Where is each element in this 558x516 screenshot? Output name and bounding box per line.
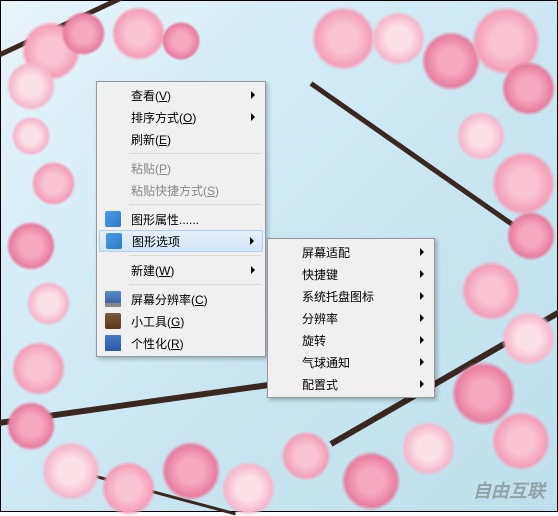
menu-label: 小工具(G)	[131, 313, 184, 330]
desktop-context-menu: 查看(V) 排序方式(O) 刷新(E) 粘贴(P) 粘贴快捷方式(S) 图形属性…	[96, 81, 266, 357]
submenu-arrow-icon	[420, 292, 424, 300]
submenu-item-profiles[interactable]: 配置式	[270, 373, 432, 395]
menu-label: 粘贴(P)	[131, 160, 171, 177]
menu-label: 查看(V)	[131, 87, 171, 104]
submenu-item-hotkeys[interactable]: 快捷键	[270, 263, 432, 285]
menu-separator	[129, 153, 261, 154]
monitor-icon	[105, 291, 121, 307]
menu-label: 图形属性......	[131, 211, 199, 228]
menu-item-new[interactable]: 新建(W)	[99, 259, 263, 281]
menu-label: 快捷键	[302, 266, 338, 283]
submenu-arrow-icon	[420, 336, 424, 344]
menu-item-gadgets[interactable]: 小工具(G)	[99, 310, 263, 332]
submenu-item-rotation[interactable]: 旋转	[270, 329, 432, 351]
personalize-icon	[105, 335, 121, 351]
menu-label: 新建(W)	[131, 262, 174, 279]
menu-item-graphics-options[interactable]: 图形选项	[99, 230, 263, 252]
menu-label: 图形选项	[132, 233, 180, 250]
menu-separator	[129, 284, 261, 285]
menu-label: 屏幕适配	[302, 244, 350, 261]
submenu-arrow-icon	[420, 248, 424, 256]
graphics-options-submenu: 屏幕适配 快捷键 系统托盘图标 分辨率 旋转 气球通知 配置式	[267, 238, 435, 398]
menu-label: 粘贴快捷方式(S)	[131, 182, 219, 199]
menu-label: 个性化(R)	[131, 335, 184, 352]
menu-item-sort[interactable]: 排序方式(O)	[99, 106, 263, 128]
menu-label: 排序方式(O)	[131, 109, 196, 126]
menu-item-paste-shortcut: 粘贴快捷方式(S)	[99, 179, 263, 201]
gadget-icon	[105, 313, 121, 329]
graphics-icon	[105, 211, 121, 227]
menu-label: 气球通知	[302, 354, 350, 371]
menu-item-refresh[interactable]: 刷新(E)	[99, 128, 263, 150]
submenu-arrow-icon	[251, 91, 255, 99]
menu-item-screen-resolution[interactable]: 屏幕分辨率(C)	[99, 288, 263, 310]
menu-label: 系统托盘图标	[302, 288, 374, 305]
menu-label: 刷新(E)	[131, 131, 171, 148]
submenu-item-resolution[interactable]: 分辨率	[270, 307, 432, 329]
graphics-icon	[106, 233, 122, 249]
submenu-item-screen-fit[interactable]: 屏幕适配	[270, 241, 432, 263]
submenu-arrow-icon	[420, 270, 424, 278]
menu-item-view[interactable]: 查看(V)	[99, 84, 263, 106]
menu-separator	[129, 204, 261, 205]
submenu-arrow-icon	[420, 380, 424, 388]
submenu-item-tray-icon[interactable]: 系统托盘图标	[270, 285, 432, 307]
submenu-arrow-icon	[250, 237, 254, 245]
menu-item-personalize[interactable]: 个性化(R)	[99, 332, 263, 354]
menu-item-graphics-properties[interactable]: 图形属性......	[99, 208, 263, 230]
menu-label: 旋转	[302, 332, 326, 349]
submenu-arrow-icon	[251, 113, 255, 121]
menu-label: 屏幕分辨率(C)	[131, 291, 208, 308]
menu-item-paste: 粘贴(P)	[99, 157, 263, 179]
watermark: 自由互联	[473, 477, 545, 503]
submenu-arrow-icon	[420, 314, 424, 322]
menu-label: 分辨率	[302, 310, 338, 327]
menu-separator	[129, 255, 261, 256]
submenu-item-balloon-notify[interactable]: 气球通知	[270, 351, 432, 373]
submenu-arrow-icon	[251, 266, 255, 274]
submenu-arrow-icon	[420, 358, 424, 366]
menu-label: 配置式	[302, 376, 338, 393]
